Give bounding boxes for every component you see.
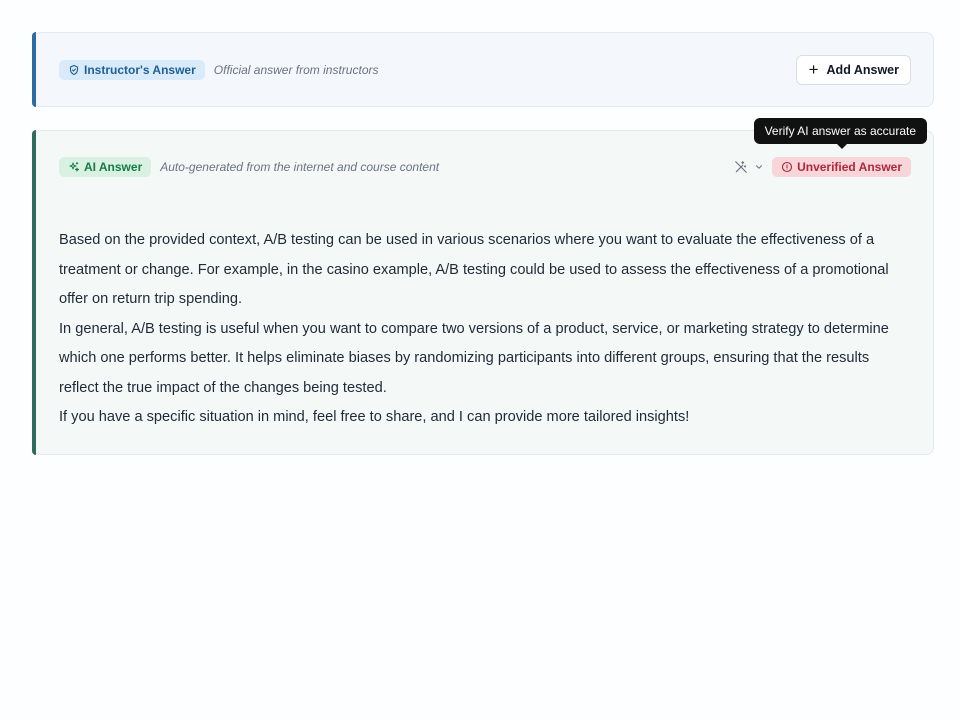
ai-answer-paragraph: If you have a specific situation in mind… xyxy=(59,409,690,425)
instructor-answer-card: Instructor's Answer Official answer from… xyxy=(32,32,934,107)
shield-check-icon xyxy=(69,64,79,76)
verify-tooltip: Verify AI answer as accurate xyxy=(753,118,927,149)
chevron-down-icon[interactable] xyxy=(754,162,764,172)
unverified-answer-label: Unverified Answer xyxy=(797,160,902,174)
instructor-accent-bar xyxy=(32,32,36,107)
ai-accent-bar xyxy=(32,130,36,455)
ai-answer-paragraph: In general, A/B testing is useful when y… xyxy=(59,320,889,396)
ai-answer-card: Verify AI answer as accurate AI Answer A… xyxy=(32,118,934,455)
sparkles-icon xyxy=(69,162,79,172)
ai-answer-header: AI Answer Auto-generated from the intern… xyxy=(59,156,911,178)
instructor-answer-badge: Instructor's Answer xyxy=(59,60,205,80)
instructor-answer-badge-label: Instructor's Answer xyxy=(84,63,196,77)
magic-wand-icon[interactable] xyxy=(734,160,748,174)
ai-answer-subtitle: Auto-generated from the internet and cou… xyxy=(160,160,440,174)
add-answer-button-label: Add Answer xyxy=(826,63,899,77)
instructor-answer-header: Instructor's Answer Official answer from… xyxy=(59,55,911,85)
ai-answer-body: Based on the provided context, A/B testi… xyxy=(59,226,911,433)
unverified-answer-badge[interactable]: Unverified Answer xyxy=(772,157,911,177)
ai-answer-paragraph: Based on the provided context, A/B testi… xyxy=(59,232,889,307)
add-answer-button[interactable]: + Add Answer xyxy=(795,55,911,85)
instructor-answer-subtitle: Official answer from instructors xyxy=(213,63,379,77)
plus-icon: + xyxy=(808,60,819,79)
ai-answer-badge: AI Answer xyxy=(59,157,152,177)
ai-answer-controls: Unverified Answer xyxy=(734,157,911,177)
ai-answer-badge-label: AI Answer xyxy=(84,160,143,174)
alert-circle-icon xyxy=(782,161,793,173)
